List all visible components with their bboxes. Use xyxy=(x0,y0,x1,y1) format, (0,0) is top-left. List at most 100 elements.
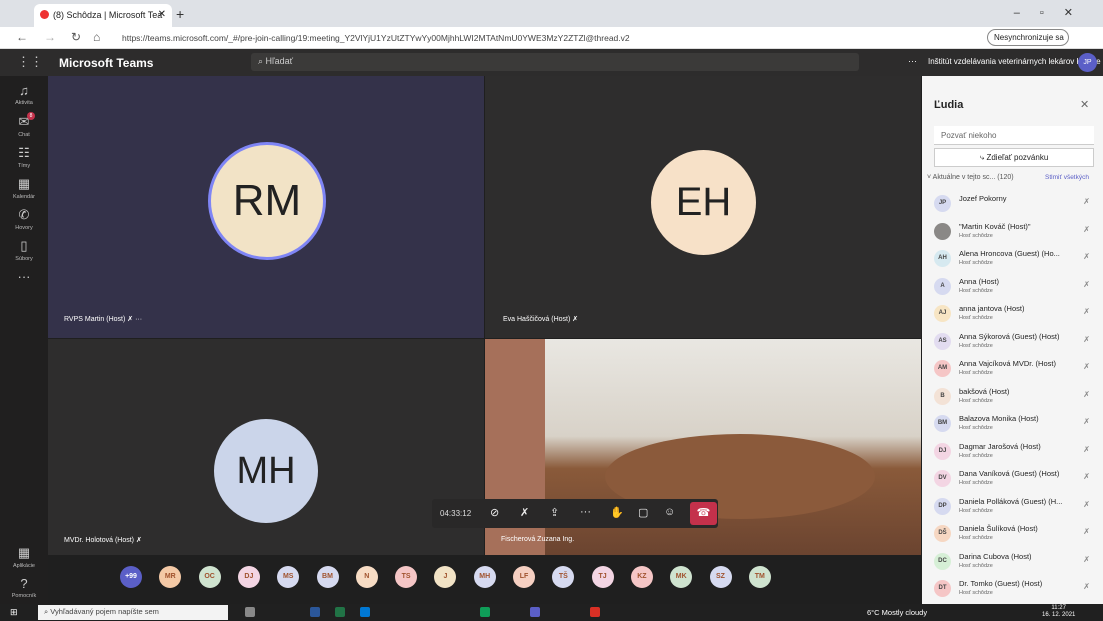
mic-off-icon: ✗ xyxy=(1083,554,1090,564)
avatar: AH xyxy=(934,250,951,267)
participant-row[interactable]: DŠ Daniela Šulíková (Host) Hosť schôdze ✗ xyxy=(934,522,1094,549)
participant-avatar[interactable]: N xyxy=(355,566,378,588)
avatar: AJ xyxy=(934,305,951,322)
hang-up-button[interactable]: ☎ xyxy=(690,502,717,525)
app-icon[interactable] xyxy=(360,607,370,617)
word-icon[interactable] xyxy=(310,607,320,617)
participant-avatar[interactable]: DJ xyxy=(237,566,260,588)
clock[interactable]: 11:27 16. 12. 2021 xyxy=(1042,605,1075,619)
participant-avatar[interactable]: J xyxy=(434,566,457,588)
call-timer: 04:33:12 xyxy=(440,509,472,518)
chat-icon[interactable]: ▢ xyxy=(638,506,648,519)
avatar: DT xyxy=(934,580,951,597)
participant-avatar[interactable]: LF xyxy=(513,566,535,588)
rail-item-chat[interactable]: ✉ Chat 8 xyxy=(0,112,48,138)
pdf-icon[interactable] xyxy=(590,607,600,617)
participant-row[interactable]: DV Dana Vaníková (Guest) (Host) Hosť schôd… xyxy=(934,467,1094,494)
new-tab-button[interactable]: + xyxy=(176,6,184,22)
mic-off-icon: ✗ xyxy=(1083,527,1090,536)
participant-avatar[interactable]: OC xyxy=(198,566,221,588)
participant-row[interactable]: Bbakšová (Host) Hosť schôdze ✗ xyxy=(934,385,1094,412)
avatar[interactable]: JP xyxy=(1078,53,1097,72)
camera-off-icon[interactable]: ⊘ xyxy=(490,506,499,519)
rail-item-aplikácie[interactable]: ▦ Aplikácie xyxy=(0,545,48,569)
video-tile-mh[interactable]: MH MVDr. Holotová (Host) ✗ xyxy=(48,339,484,555)
more-actions-icon[interactable]: ··· xyxy=(580,506,591,518)
avatar: DP xyxy=(934,497,951,515)
mic-off-icon: ✗ xyxy=(1083,499,1090,509)
current-section-header[interactable]: ˅ Aktuálne v tejto sc... (120) xyxy=(927,174,1014,181)
excel-icon[interactable] xyxy=(335,607,345,617)
participant-avatar[interactable]: MH xyxy=(473,566,496,588)
mic-off-icon: ✗ xyxy=(1083,389,1090,399)
search-input[interactable]: ⌕ Hľadať xyxy=(251,53,859,71)
home-icon[interactable]: ⌂ xyxy=(93,30,100,44)
video-tile-rm[interactable]: RM RVPS Martin (Host) ✗ ··· xyxy=(48,76,484,338)
participant-avatar[interactable]: TŠ xyxy=(552,566,575,588)
participant-row[interactable]: BM Balazova Monika (Host) Hosť schôdze ✗ xyxy=(934,412,1094,439)
tile-avatar: MH xyxy=(214,419,318,523)
participants-icon[interactable]: ☺ xyxy=(664,506,675,518)
weather-widget[interactable]: 6°C Mostly cloudy xyxy=(867,608,927,617)
rail-item-hovory[interactable]: ✆ Hovory xyxy=(0,207,48,231)
rail-item-kalendár[interactable]: ▦ Kalendár xyxy=(0,176,48,200)
browser-tab[interactable]: (8) Schôdza | Microsoft Tea ✕ xyxy=(34,4,172,27)
participant-row[interactable]: A Anna (Host) Hosť schôdze ✗ xyxy=(934,275,1094,302)
windows-start-icon[interactable]: ⊞ xyxy=(10,607,18,618)
phone-icon: ☎ xyxy=(696,507,711,519)
participant-row[interactable]: DP Daniela Polláková (Guest) (H... Hosť sc… xyxy=(934,495,1094,522)
window-controls[interactable]: –▫✕ xyxy=(1014,6,1093,19)
participant-row[interactable]: "Martin Kováč (Host)" Hosť schôdze ✗ xyxy=(934,220,1094,247)
taskbar-search[interactable]: ⌕ Vyhľadávaný pojem napíšte sem xyxy=(38,605,228,620)
participant-row[interactable]: DC Darina Cubova (Host) Hosť schôdze ✗ xyxy=(934,550,1094,577)
more-icon: ··· xyxy=(17,269,31,284)
avatar: DŠ xyxy=(934,525,951,542)
rail-label: Hovory xyxy=(15,225,33,231)
reload-icon[interactable]: ↻ xyxy=(71,30,81,44)
rail-item-pomocník[interactable]: ? Pomocník xyxy=(0,576,48,599)
task-view-icon[interactable] xyxy=(245,607,255,617)
close-tab-icon[interactable]: ✕ xyxy=(158,9,166,20)
participant-row[interactable]: JP Jozef Pokorny ✗ xyxy=(934,192,1094,219)
participant-avatar[interactable]: KZ xyxy=(630,566,653,588)
avatar: JP xyxy=(934,195,951,212)
participant-avatar[interactable]: BM xyxy=(316,566,339,588)
participant-avatar[interactable]: TJ xyxy=(591,566,614,588)
mic-off-icon: ✗ xyxy=(1083,582,1090,591)
participant-row[interactable]: DJ Dagmar Jarošová (Host) Hosť schôdze ✗ xyxy=(934,440,1094,467)
participant-avatar[interactable]: MK xyxy=(670,566,693,588)
back-icon[interactable]: ← xyxy=(16,30,28,44)
rail-item-tímy[interactable]: ☷ Tímy xyxy=(0,145,48,169)
close-icon[interactable]: ✕ xyxy=(1080,98,1089,111)
participant-avatar[interactable]: +99 xyxy=(120,566,142,588)
participant-avatar[interactable]: MR xyxy=(159,566,182,588)
rail-item-aktivita[interactable]: ♫ Aktivita xyxy=(0,83,48,106)
teams-icon[interactable] xyxy=(530,607,540,617)
share-screen-icon[interactable]: ⇪ xyxy=(550,506,559,519)
participant-row[interactable]: DT Dr. Tomko (Guest) (Host) Hosť schôdze ✗ xyxy=(934,577,1094,604)
forward-icon[interactable]: → xyxy=(44,30,56,44)
participant-row[interactable]: AM Anna Vajcíková MVDr. (Host) Hosť schôdz… xyxy=(934,357,1094,384)
participant-avatar[interactable]: TM xyxy=(748,566,771,588)
rail-item-súbory[interactable]: ▯ Súbory xyxy=(0,238,48,262)
video-tile-eh[interactable]: EH Eva Haščičová (Host) ✗ xyxy=(485,76,921,338)
mic-off-icon[interactable]: ✗ xyxy=(520,506,529,519)
org-name[interactable]: Inštitút vzdelávania veterinárnych lekár… xyxy=(928,57,1101,66)
participant-row[interactable]: AH Alena Hroncova (Guest) (Ho... Hosť schô… xyxy=(934,247,1094,274)
participant-row[interactable]: AS Anna Sýkorová (Guest) (Host) Hosť schôd… xyxy=(934,330,1094,357)
mute-all-link[interactable]: Stlmiť všetkých xyxy=(1045,174,1089,181)
participant-avatar[interactable]: MS xyxy=(277,566,300,588)
app-launcher-icon[interactable]: ⋮⋮ xyxy=(17,54,43,70)
participant-avatar[interactable]: TS xyxy=(395,566,418,588)
url-field[interactable]: https://teams.microsoft.com/_#/pre-join-… xyxy=(122,30,842,46)
share-invite-button[interactable]: ⤷ Zdieľať pozvánku xyxy=(934,148,1094,167)
participant-avatar[interactable]: SZ xyxy=(709,566,732,588)
more-options-icon[interactable]: ··· xyxy=(908,56,917,66)
invite-input[interactable]: Pozvať niekoho xyxy=(934,126,1094,145)
phone-icon: ✆ xyxy=(18,207,30,222)
rail-item-...[interactable]: ··· xyxy=(0,269,48,286)
sync-status-button[interactable]: Nesynchronizuje sa xyxy=(987,29,1069,46)
raise-hand-icon[interactable]: ✋ xyxy=(610,506,624,519)
participant-row[interactable]: AJ anna jantova (Host) Hosť schôdze ✗ xyxy=(934,302,1094,329)
edge-icon[interactable] xyxy=(480,607,490,617)
